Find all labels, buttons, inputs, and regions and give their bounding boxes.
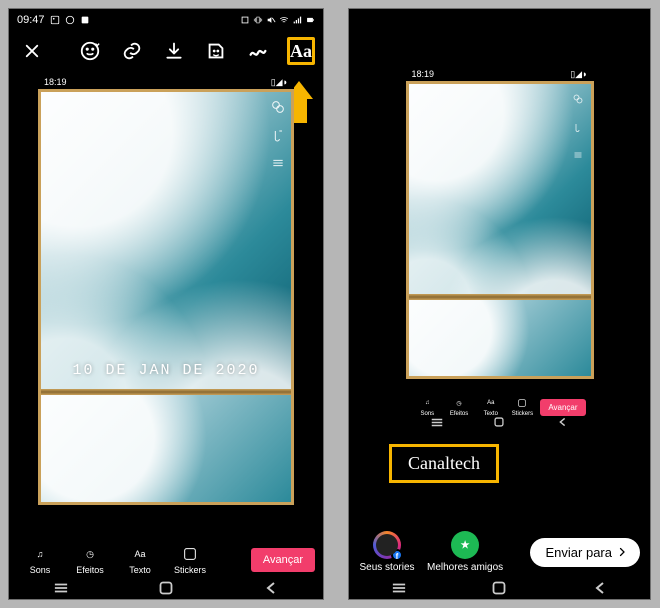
sky-photo-lower [41,395,291,502]
tab-sons[interactable]: ♫ Sons [17,545,63,575]
nfc-icon [240,15,250,25]
battery-icon [305,15,315,25]
tab-texto[interactable]: AaTexto [477,397,505,417]
chevron-right-icon [616,546,628,558]
right-phone-panel: 18:19 ▯◢◗ ♫Sons ◷Efeitos AaT [348,8,651,600]
facebook-icon [80,15,90,25]
your-stories-label: Seus stories [359,562,414,573]
wifi-icon [279,15,289,25]
story-top-toolbar: Aa [9,31,323,69]
send-to-button[interactable]: Enviar para [530,538,640,567]
side-tool-3[interactable] [269,154,287,172]
side-tool-1[interactable] [269,98,287,116]
preview-side-tools [569,90,587,164]
film-frame: 10 DE JAN DE 2020 [38,89,294,505]
tab-stickers-label: Stickers [174,565,206,575]
android-nav-bar [349,577,650,599]
download-button[interactable] [161,37,187,65]
left-phone-panel: 09:47 [8,8,324,600]
music-icon: ♫ [37,545,44,563]
recents-button[interactable] [392,581,406,595]
best-friends-star-icon: ★ [451,531,479,559]
next-button[interactable]: Avançar [540,399,585,416]
tab-efeitos[interactable]: ◷ Efeitos [67,545,113,575]
side-tool-2[interactable] [269,126,287,144]
next-button[interactable]: Avançar [251,548,315,572]
tab-stickers[interactable]: Stickers [509,397,537,417]
tab-stickers[interactable]: Stickers [167,545,213,575]
text-icon: Aa [134,545,145,563]
recents-button[interactable] [54,581,68,595]
home-button[interactable] [159,581,173,595]
sparkle-clock-icon: ◷ [86,545,94,563]
inner-preview-left: 18:19 ▯◢◗ 10 DE JAN DE 2020 [38,75,294,529]
sticker-icon [517,397,527,409]
share-bottom-row: f Seus stories ★ Melhores amigos Enviar … [349,531,650,573]
inner-status-bar: 18:19 ▯◢◗ [406,67,594,81]
inner-time: 18:19 [412,69,435,79]
facebook-badge-icon: f [391,549,403,561]
music-icon: ♫ [425,397,430,409]
inner-nav-bar [406,415,594,429]
inner-status-icons: ▯◢◗ [570,69,587,80]
your-stories-avatar-icon: f [373,531,401,559]
image-icon [50,15,60,25]
tab-texto[interactable]: Aa Texto [117,545,163,575]
face-filter-button[interactable] [77,37,103,65]
inner-status-bar: 18:19 ▯◢◗ [38,75,294,89]
date-overlay: 10 DE JAN DE 2020 [41,362,291,379]
editor-bottom-bar: ♫ Sons ◷ Efeitos Aa Texto Stickers Avanç… [9,545,323,575]
side-tool-1[interactable] [569,90,587,108]
recents-button[interactable] [430,415,444,429]
side-tool-3[interactable] [569,146,587,164]
back-button[interactable] [555,415,569,429]
android-nav-bar [9,577,323,599]
back-button[interactable] [593,581,607,595]
tab-texto-label: Texto [129,565,151,575]
send-to-label: Enviar para [546,545,612,560]
link-button[interactable] [119,37,145,65]
inner-status-icons: ▯◢◗ [271,77,288,88]
preview-side-tools [269,98,287,172]
typed-text-callout: Canaltech [389,444,499,483]
android-status-bar: 09:47 [9,9,323,31]
sparkle-clock-icon: ◷ [456,397,461,409]
status-time: 09:47 [17,14,45,26]
tutorial-two-panel: 09:47 [0,0,660,608]
share-your-stories[interactable]: f Seus stories [359,531,415,573]
inner-time: 18:19 [44,77,67,87]
text-tool-label: Aa [290,41,312,62]
best-friends-label: Melhores amigos [427,562,503,573]
inner-preview-right: 18:19 ▯◢◗ ♫Sons ◷Efeitos AaT [406,67,594,429]
text-tool-button[interactable]: Aa [287,37,315,65]
sticker-icon [182,545,198,563]
close-button[interactable] [19,37,45,65]
signal-icon [292,15,302,25]
tab-efeitos-label: Efeitos [76,565,104,575]
share-best-friends[interactable]: ★ Melhores amigos [427,531,503,573]
text-icon: Aa [487,397,494,409]
tab-sons[interactable]: ♫Sons [414,397,442,417]
vibrate-icon [253,15,263,25]
home-button[interactable] [492,415,506,429]
back-button[interactable] [264,581,278,595]
typed-text: Canaltech [408,453,480,473]
sticker-button[interactable] [203,37,229,65]
whatsapp-icon [65,15,75,25]
sky-photo-lower [409,300,591,376]
draw-button[interactable] [245,37,271,65]
editor-bottom-bar: ♫Sons ◷Efeitos AaTexto Stickers Avançar [406,397,594,417]
film-frame [406,81,594,379]
tab-sons-label: Sons [30,565,51,575]
mute-icon [266,15,276,25]
tab-efeitos[interactable]: ◷Efeitos [445,397,473,417]
side-tool-2[interactable] [569,118,587,136]
home-button[interactable] [492,581,506,595]
